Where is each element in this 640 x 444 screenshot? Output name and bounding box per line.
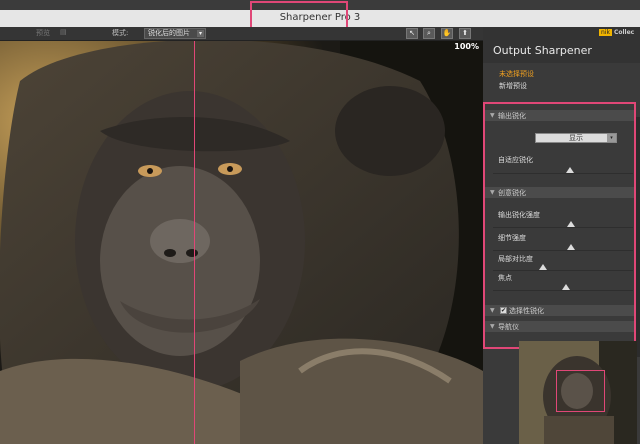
mode-label: 模式: (112, 29, 129, 37)
chimpanzee-photo (0, 41, 483, 444)
preview-label[interactable]: 预览 (36, 28, 50, 38)
navigator-viewport-rect[interactable] (556, 370, 605, 412)
navigator-thumbnail[interactable] (519, 341, 637, 444)
split-view-icon[interactable]: ▤ (60, 28, 67, 36)
pin-icon[interactable]: ⬆ (459, 28, 471, 39)
preset-new[interactable]: 新增预设 (499, 81, 527, 91)
panel-header: nik Collec Output Sharpener (483, 27, 640, 63)
split-view-divider[interactable] (194, 41, 195, 444)
settings-highlight-box (483, 102, 636, 349)
chevron-down-icon: ▾ (197, 30, 204, 37)
image-canvas[interactable]: 100% (0, 41, 483, 444)
right-panel: nik Collec Output Sharpener 未选择预设 新增预设 ▼ … (483, 27, 640, 444)
zoom-level: 100% (454, 42, 479, 51)
canvas-toolbar: 预览 ▤ 模式: 锐化后的图片 ▾ ↖ ⌕ ✋ ⬆ (0, 27, 483, 41)
mode-value: 锐化后的图片 (148, 29, 190, 37)
panel-title: Output Sharpener (493, 44, 592, 57)
preset-unselected[interactable]: 未选择预设 (499, 69, 534, 79)
nik-logo: nik Collec (599, 29, 635, 36)
hand-icon[interactable]: ✋ (441, 28, 453, 39)
mode-select[interactable]: 锐化后的图片 ▾ (144, 28, 206, 39)
panel-scrollbar[interactable] (636, 117, 640, 357)
zoom-icon[interactable]: ⌕ (423, 28, 435, 39)
arrow-icon[interactable]: ↖ (406, 28, 418, 39)
